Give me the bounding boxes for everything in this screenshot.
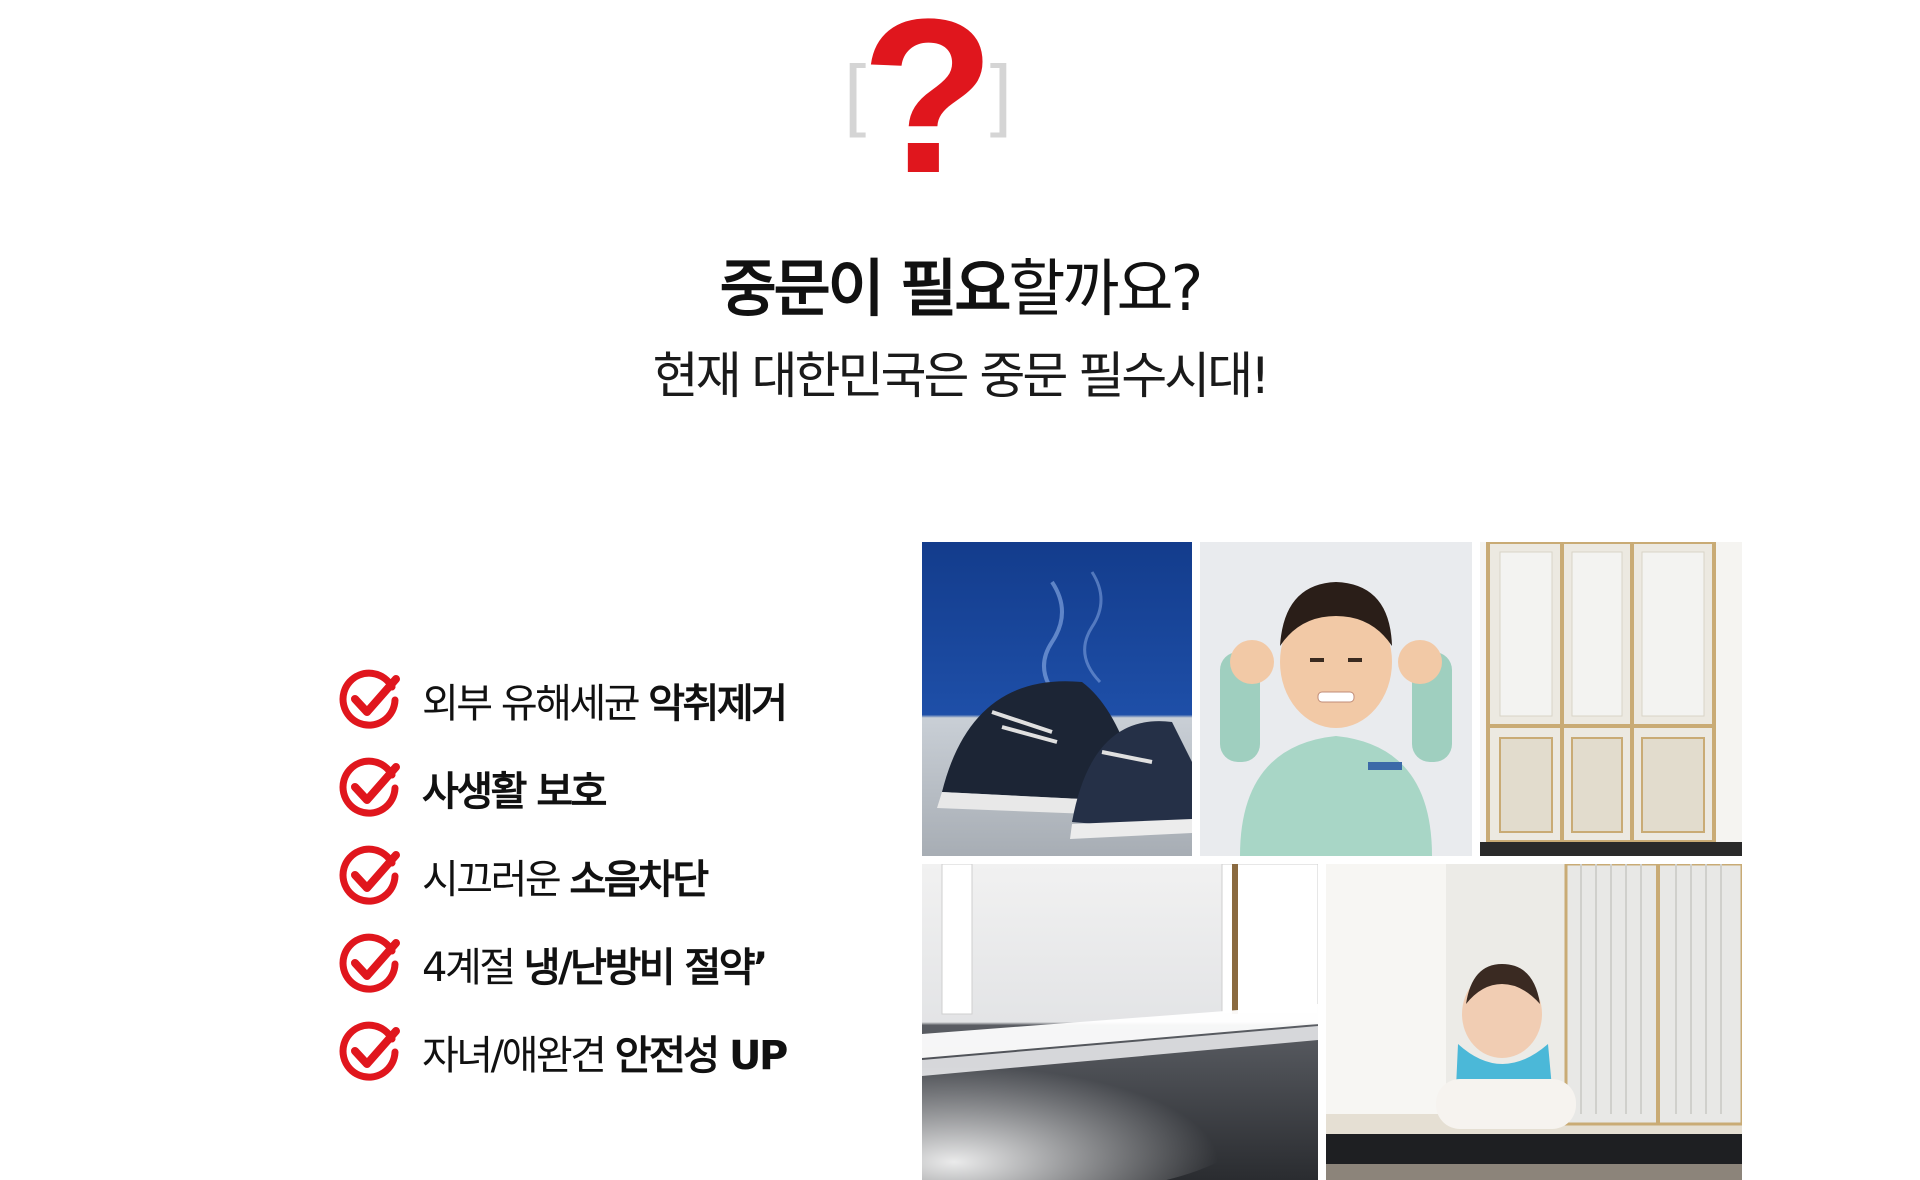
item-normal-text: 자녀/애완견 <box>422 1033 615 1079</box>
gold-frame-door-photo <box>1480 542 1742 856</box>
red-check-circle-icon <box>339 669 400 729</box>
item-bold-text: 소음차단 <box>569 857 709 903</box>
list-item: 외부 유해세균 악취제거 <box>336 656 788 744</box>
item-normal-text: 4계절 <box>422 945 524 991</box>
item-bold-text: 사생활 보호 <box>422 769 607 815</box>
item-bold-text: 냉/난방비 절약’ <box>523 945 769 991</box>
headline-light: 할까요? <box>1008 252 1203 325</box>
cold-air-door-gap-photo <box>922 864 1318 1180</box>
item-bold-text: 악취제거 <box>648 681 788 727</box>
item-normal-text: 외부 유해세균 <box>422 681 649 727</box>
item-bold-text: 안전성 UP <box>614 1033 789 1079</box>
crawling-baby-door-photo <box>1326 864 1742 1180</box>
red-check-circle-icon <box>339 933 400 993</box>
headline-bold: 중문이 필요 <box>719 252 1012 325</box>
red-check-circle-icon <box>339 1021 400 1081</box>
list-item: 사생활 보호 <box>336 744 786 832</box>
list-item: 4계절 냉/난방비 절약’ <box>336 920 786 1008</box>
item-normal-text: 시끄러운 <box>422 857 570 903</box>
question-mark-emblem: [ ? ] <box>838 0 1018 206</box>
subline: 현재 대한민국은 중문 필수시대! <box>652 347 1271 405</box>
boy-covering-ears-photo <box>1200 542 1472 856</box>
headline: 중문이 필요할까요? <box>0 238 1920 328</box>
smelly-sneakers-photo <box>922 542 1192 856</box>
list-item: 시끄러운 소음차단 <box>336 832 786 920</box>
bracket-right: ] <box>989 49 1012 138</box>
list-item: 자녀/애완견 안전성 UP <box>336 1008 789 1096</box>
benefit-checklist: 외부 유해세균 악취제거 사생활 보호 시끄러운 소음차단 4계절 냉/난방비 … <box>336 656 789 1096</box>
red-check-circle-icon <box>339 757 400 817</box>
red-check-circle-icon <box>339 845 400 905</box>
